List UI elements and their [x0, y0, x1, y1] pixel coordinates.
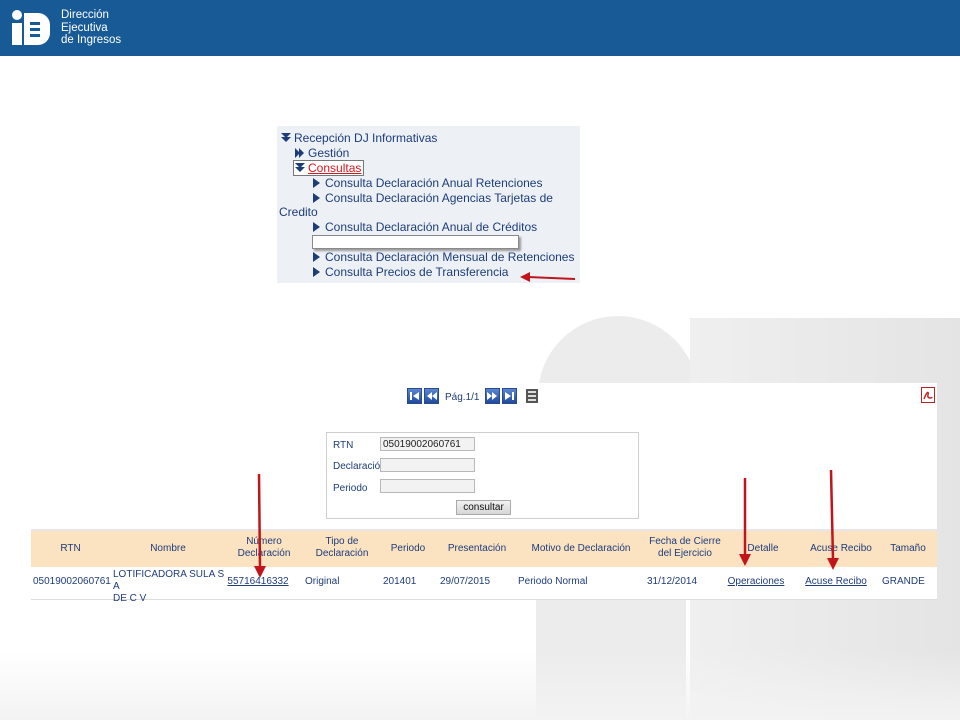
col-rtn: RTN: [60, 543, 81, 554]
col-presentacion: Presentación: [447, 543, 507, 554]
next-page-icon[interactable]: [485, 388, 501, 404]
tree-node-recepcion[interactable]: Recepción DJ Informativas: [281, 131, 437, 145]
menu-tree: Recepción DJ Informativas Gestión Consul…: [277, 126, 580, 283]
col-fecha-l1: Fecha de Cierre: [649, 536, 721, 547]
tree-item-label: Consulta Declaración Agencias Tarjetas d…: [325, 191, 553, 205]
table-row: 05019002060761 LOTIFICADORA SULA S A DE …: [31, 567, 937, 604]
col-detalle: Detalle: [747, 543, 779, 554]
col-tipo-l2: Declaración: [315, 548, 369, 559]
arrow-right-icon: [313, 193, 320, 203]
col-tipo: Tipo de Declaración: [309, 536, 375, 560]
tree-item-anual-retenciones[interactable]: Consulta Declaración Anual Retenciones: [313, 176, 542, 190]
brand-line-1: Dirección: [61, 9, 109, 21]
periodo-input[interactable]: [380, 479, 475, 493]
results-panel: Pág.1/1 RTN Declaración Periodo consulta…: [30, 383, 937, 604]
cell-motivo: Periodo Normal: [518, 576, 588, 587]
cell-nombre-l2: DE C V: [113, 593, 147, 604]
tree-item-anual-creditos[interactable]: Consulta Declaración Anual de Créditos: [313, 220, 537, 234]
annotation-arrows: [254, 469, 839, 578]
operaciones-link[interactable]: Operaciones: [728, 576, 785, 587]
tree-item-agencias-tarjetas-cont[interactable]: Credito: [279, 205, 318, 219]
search-form: RTN Declaración Periodo consultar: [326, 432, 639, 519]
periodo-label: Periodo: [333, 483, 368, 494]
numero-declaracion-link[interactable]: 55716416332: [227, 576, 288, 587]
annotation-arrow-left-icon: [520, 272, 576, 282]
declaracion-input[interactable]: [380, 458, 475, 472]
dei-logo-icon: [12, 10, 50, 45]
page-indicator: Pág.1/1: [445, 392, 480, 403]
rtn-input[interactable]: [380, 437, 475, 451]
col-periodo: Periodo: [390, 543, 426, 554]
cell-presentacion: 29/07/2015: [440, 576, 491, 587]
watermark-fade: [0, 650, 960, 720]
cell-tamano: GRANDE: [882, 576, 925, 587]
tree-label-gestion: Gestión: [308, 146, 350, 160]
first-page-icon[interactable]: [407, 388, 422, 404]
acuse-recibo-link[interactable]: Acuse Recibo: [805, 576, 867, 587]
col-motivo: Motivo de Declaración: [531, 543, 631, 554]
col-nombre: Nombre: [150, 543, 186, 554]
tree-item-label: Consulta Declaración Anual de Créditos: [325, 220, 538, 234]
col-tamano: Tamaño: [890, 543, 926, 554]
col-numero: Número Declaración: [231, 536, 297, 560]
prev-page-icon[interactable]: [424, 388, 439, 404]
cell-periodo: 201401: [383, 576, 417, 587]
arrow-right-icon: [313, 178, 320, 188]
col-numero-l1: Número: [246, 536, 282, 547]
brand-text: Dirección Ejecutiva de Ingresos: [61, 9, 121, 47]
rtn-label: RTN: [333, 440, 354, 451]
tree-item-precios-transferencia[interactable]: Consulta Precios de Transferencia: [313, 265, 508, 279]
tree-item-label: Consulta Precios de Transferencia: [325, 265, 509, 279]
cell-detalle: Operaciones: [723, 576, 789, 588]
cell-rtn: 05019002060761: [33, 576, 111, 587]
expand-double-down-icon: [281, 133, 291, 142]
tree-node-consultas[interactable]: Consultas: [293, 160, 365, 176]
cell-tipo: Original: [305, 576, 340, 587]
consultas-selected-box: Consultas: [293, 160, 365, 176]
brand-line-2: Ejecutiva: [61, 21, 108, 34]
cell-nombre-l1: LOTIFICADORA SULA S A: [113, 569, 225, 592]
arrow-right-icon: [313, 222, 320, 232]
top-header: Dirección Ejecutiva de Ingresos: [0, 0, 960, 56]
table-header: RTN Nombre Número Declaración Tipo de De…: [31, 529, 937, 567]
pdf-icon[interactable]: [921, 387, 935, 403]
cell-acuse: Acuse Recibo: [801, 576, 871, 588]
results-table: RTN Nombre Número Declaración Tipo de De…: [31, 529, 937, 604]
consultar-button[interactable]: consultar: [456, 500, 511, 515]
col-numero-l2: Declaración: [237, 548, 291, 559]
col-tipo-l1: Tipo de: [325, 536, 359, 547]
col-acuse: Acuse Recibo: [810, 543, 872, 554]
brand-line-3: de Ingresos: [61, 34, 122, 46]
tree-node-gestion[interactable]: Gestión: [295, 146, 349, 160]
tree-item-label: Credito: [279, 205, 318, 219]
export-icon[interactable]: [525, 388, 539, 404]
col-fecha: Fecha de Cierre del Ejercicio: [647, 536, 723, 560]
cell-nombre: LOTIFICADORA SULA S A DE C V: [113, 569, 228, 605]
tree-item-agencias-tarjetas[interactable]: Consulta Declaración Agencias Tarjetas d…: [313, 191, 553, 205]
tree-item-label: Consulta Declaración Mensual de Retencio…: [325, 250, 575, 264]
arrow-right-icon: [313, 252, 320, 262]
collapsed-double-right-icon: [295, 148, 304, 158]
last-page-icon[interactable]: [502, 388, 518, 404]
tree-label-consultas[interactable]: Consultas: [308, 161, 361, 175]
col-fecha-l2: del Ejercicio: [658, 548, 712, 559]
cell-numero: 55716416332: [225, 576, 291, 588]
tree-label-recepcion: Recepción DJ Informativas: [294, 131, 438, 145]
cell-fecha: 31/12/2014: [647, 576, 698, 587]
hover-tooltip-box: [312, 235, 519, 249]
arrow-right-icon: [313, 267, 320, 277]
declaracion-label: Declaración: [333, 461, 386, 472]
expanded-double-down-icon: [295, 163, 305, 172]
tree-item-label: Consulta Declaración Anual Retenciones: [325, 176, 543, 190]
pager: Pág.1/1: [407, 387, 539, 405]
tree-item-mensual-retenciones[interactable]: Consulta Declaración Mensual de Retencio…: [313, 250, 574, 264]
